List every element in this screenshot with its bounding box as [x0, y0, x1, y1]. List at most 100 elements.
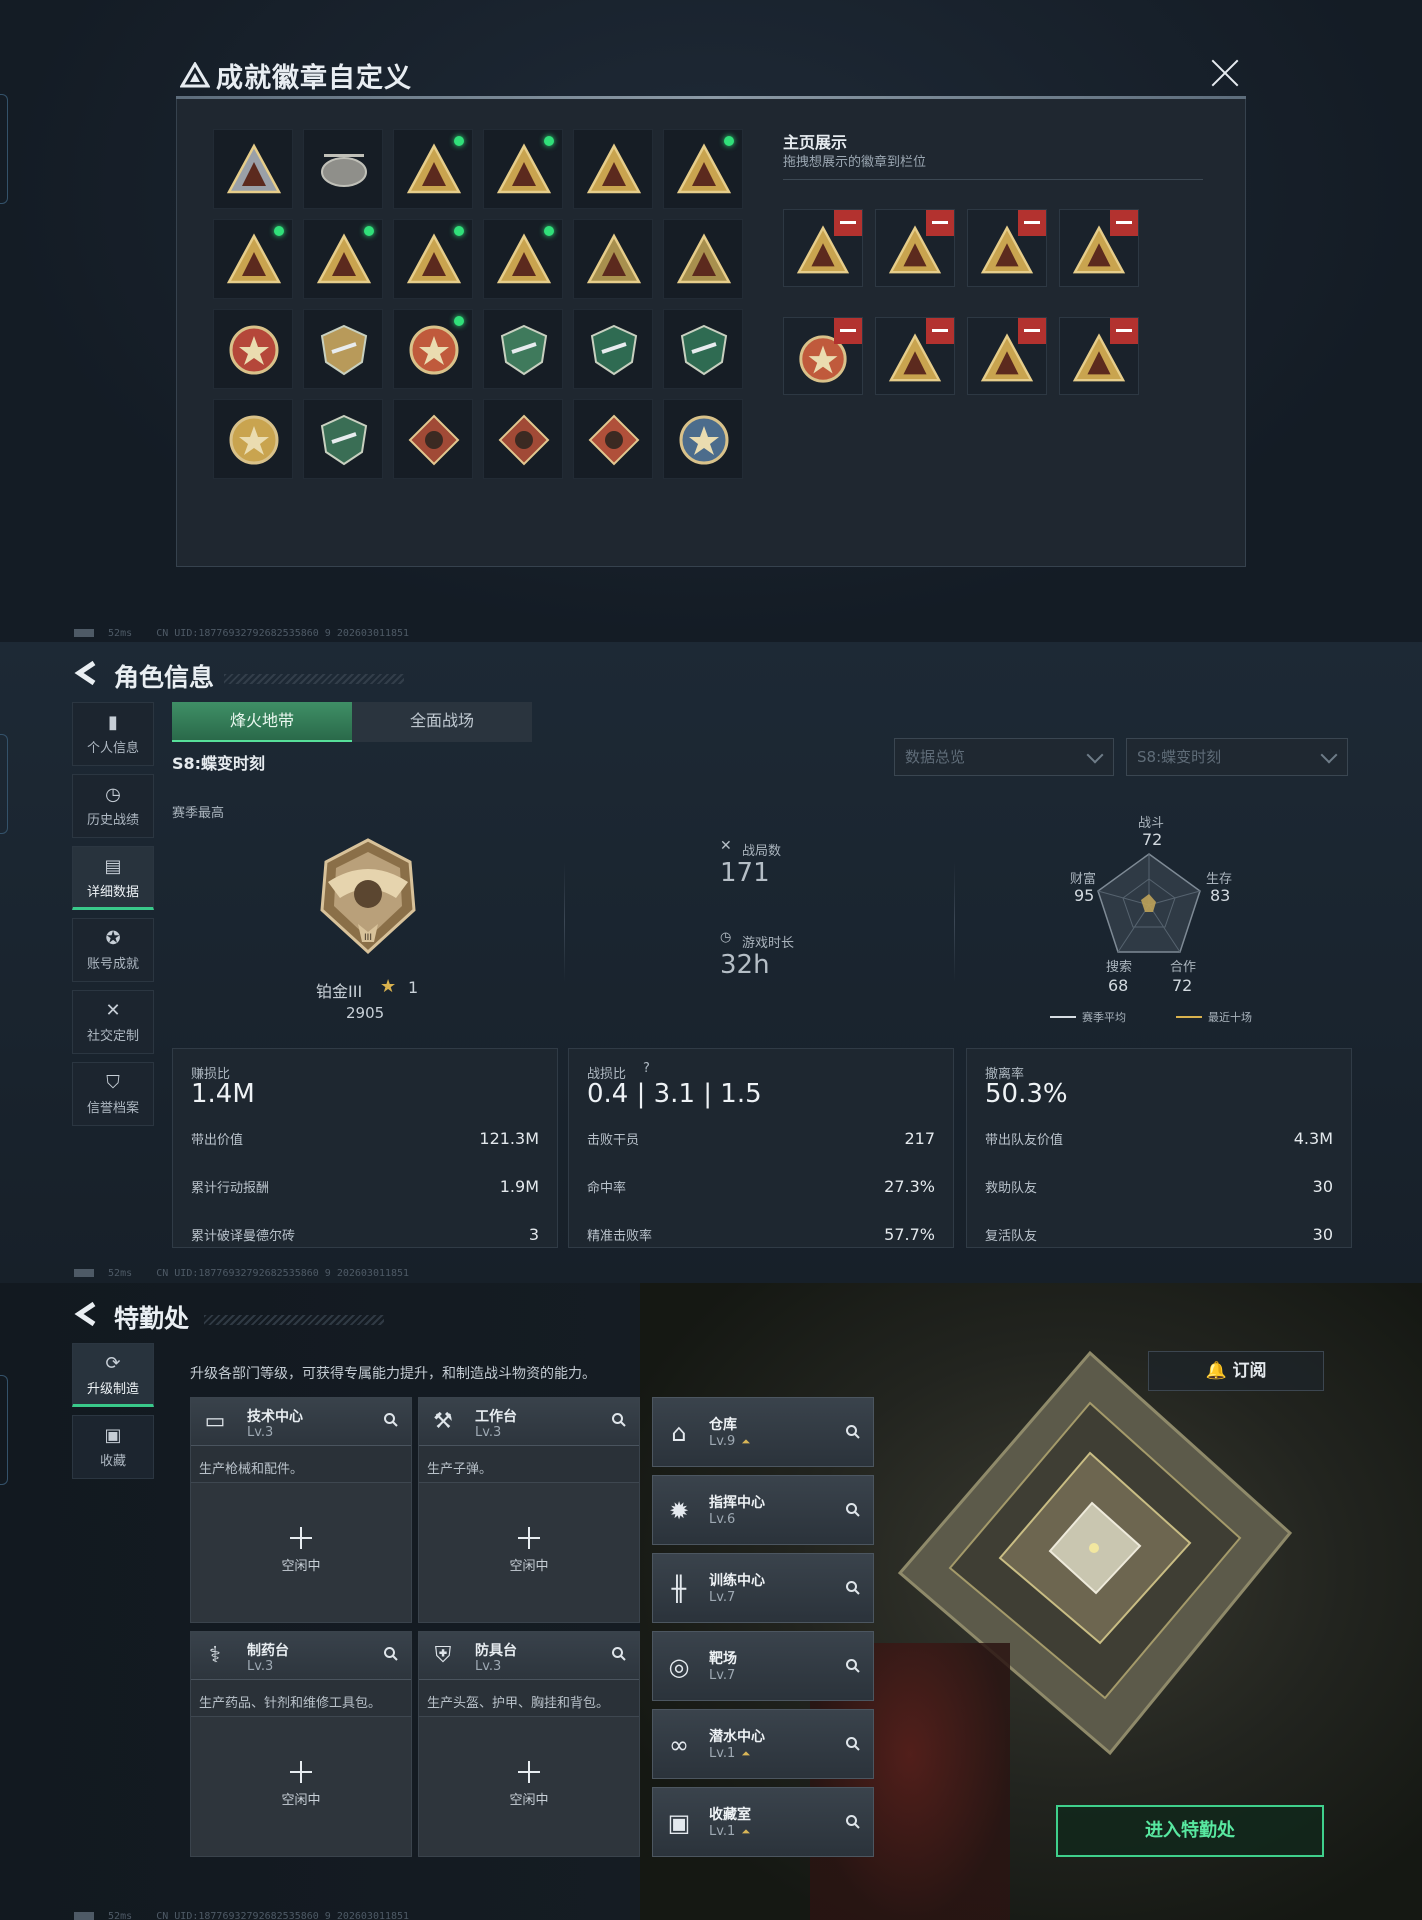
search-icon[interactable]: [383, 1646, 399, 1662]
badge-cell[interactable]: [573, 219, 653, 299]
tab-full-battlefield[interactable]: 全面战场: [352, 702, 532, 742]
badge-cell[interactable]: [663, 309, 743, 389]
showcase-slot[interactable]: [1059, 317, 1139, 395]
search-icon[interactable]: [845, 1580, 861, 1596]
badge-cell[interactable]: [213, 219, 293, 299]
facility-level: Lv.3: [475, 1659, 502, 1674]
subscribe-label: 订阅: [1232, 1361, 1267, 1381]
badge-cell[interactable]: [663, 399, 743, 479]
showcase-slot[interactable]: [783, 317, 863, 395]
badge-cell[interactable]: [213, 309, 293, 389]
search-icon[interactable]: [845, 1658, 861, 1674]
card-value: 50.3%: [985, 1079, 1068, 1109]
badge-cell[interactable]: [393, 219, 473, 299]
nav-item[interactable]: ◷ 历史战绩: [72, 774, 154, 838]
remove-button[interactable]: [926, 210, 954, 236]
showcase-slot[interactable]: [967, 209, 1047, 287]
badge-cell[interactable]: [663, 219, 743, 299]
facility-item[interactable]: ∞ 潜水中心 Lv.1 ⏶: [652, 1709, 874, 1779]
badge-cell[interactable]: [303, 129, 383, 209]
stat-label: 累计行动报酬: [191, 1181, 270, 1196]
badge-cell[interactable]: [573, 129, 653, 209]
remove-button[interactable]: [834, 210, 862, 236]
badge-cell[interactable]: [663, 129, 743, 209]
badge-cell[interactable]: [483, 309, 563, 389]
badge-cell[interactable]: [213, 129, 293, 209]
production-slot[interactable]: 空闲中: [419, 1482, 639, 1622]
badge-cell[interactable]: [303, 399, 383, 479]
remove-button[interactable]: [1110, 210, 1138, 236]
production-slot[interactable]: 空闲中: [191, 1482, 411, 1622]
search-icon[interactable]: [845, 1736, 861, 1752]
facility-item[interactable]: ▣ 收藏室 Lv.1 ⏶: [652, 1787, 874, 1857]
idle-status: 空闲中: [281, 1559, 321, 1574]
nav-item[interactable]: ▣ 收藏: [72, 1415, 154, 1479]
nav-item[interactable]: ✕ 社交定制: [72, 990, 154, 1054]
facility-panel[interactable]: ▭ 技术中心 Lv.3 生产枪械和配件。 空闲中: [190, 1397, 412, 1623]
nav-item[interactable]: ⟳ 升级制造: [72, 1343, 154, 1407]
facility-item[interactable]: ✹ 指挥中心 Lv.6: [652, 1475, 874, 1545]
badge-cell[interactable]: [483, 219, 563, 299]
facility-item[interactable]: ╫ 训练中心 Lv.7: [652, 1553, 874, 1623]
badge-cell[interactable]: [483, 129, 563, 209]
idle-status: 空闲中: [281, 1793, 321, 1808]
search-icon[interactable]: [611, 1646, 627, 1662]
showcase-slot[interactable]: [1059, 209, 1139, 287]
showcase-slot[interactable]: [875, 209, 955, 287]
badge-cell[interactable]: [303, 219, 383, 299]
back-arrow-icon[interactable]: [74, 660, 98, 686]
nav-item[interactable]: ⛉ 信誉档案: [72, 1062, 154, 1126]
enter-special-ops-button[interactable]: 进入特勤处: [1056, 1805, 1324, 1857]
armor-icon: ⛨: [434, 1643, 452, 1668]
nav-item[interactable]: ▮ 个人信息: [72, 702, 154, 766]
helicopter-badge-icon: [321, 154, 367, 187]
facility-level: Lv.1: [709, 1746, 736, 1761]
badge-cell[interactable]: [213, 399, 293, 479]
upgrade-arrow-icon: ⏶: [741, 1435, 751, 1448]
search-icon[interactable]: [845, 1424, 861, 1440]
showcase-slot[interactable]: [967, 317, 1047, 395]
page-title: 角色信息: [114, 663, 215, 692]
search-icon[interactable]: [845, 1814, 861, 1830]
season-dropdown[interactable]: S8:蝶变时刻: [1126, 738, 1348, 776]
badge-cell[interactable]: [483, 399, 563, 479]
close-button[interactable]: [1210, 58, 1240, 88]
facility-panel[interactable]: ⚕ 制药台 Lv.3 生产药品、针剂和维修工具包。 空闲中: [190, 1631, 412, 1857]
search-icon[interactable]: [845, 1502, 861, 1518]
facility-level-row: Lv.7: [709, 1590, 735, 1605]
nav-item[interactable]: ✪ 账号成就: [72, 918, 154, 982]
production-slot[interactable]: 空闲中: [191, 1716, 411, 1856]
battery-icon: [74, 1269, 94, 1277]
tab-hazard-zone[interactable]: 烽火地带: [172, 702, 352, 742]
badge-cell[interactable]: [303, 309, 383, 389]
badge-cell[interactable]: [573, 309, 653, 389]
badge-cell[interactable]: [393, 309, 473, 389]
badge-cell[interactable]: [393, 399, 473, 479]
facility-item[interactable]: ◎ 靶场 Lv.7: [652, 1631, 874, 1701]
facility-item[interactable]: ⌂ 仓库 Lv.9 ⏶: [652, 1397, 874, 1467]
remove-button[interactable]: [1110, 318, 1138, 344]
radar-label-combat: 战斗: [1138, 816, 1165, 831]
back-arrow-icon[interactable]: [74, 1301, 98, 1327]
help-icon[interactable]: ?: [643, 1061, 650, 1076]
stat-label: 复活队友: [985, 1229, 1038, 1244]
badge-cell[interactable]: [393, 129, 473, 209]
production-slot[interactable]: 空闲中: [419, 1716, 639, 1856]
view-dropdown[interactable]: 数据总览: [894, 738, 1114, 776]
showcase-slot[interactable]: [783, 209, 863, 287]
nav-item[interactable]: ▤ 详细数据: [72, 846, 154, 910]
search-icon[interactable]: [611, 1412, 627, 1428]
dropdown-value: 数据总览: [905, 748, 966, 766]
remove-button[interactable]: [926, 318, 954, 344]
search-icon[interactable]: [383, 1412, 399, 1428]
remove-button[interactable]: [834, 318, 862, 344]
facility-panel[interactable]: ⚒ 工作台 Lv.3 生产子弹。 空闲中: [418, 1397, 640, 1623]
intro-text: 升级各部门等级，可获得专属能力提升，和制造战斗物资的能力。: [190, 1366, 596, 1382]
facility-level: Lv.1: [709, 1824, 736, 1839]
badge-cell[interactable]: [573, 399, 653, 479]
subscribe-button[interactable]: 🔔 订阅: [1148, 1351, 1324, 1391]
facility-panel[interactable]: ⛨ 防具台 Lv.3 生产头盔、护甲、胸挂和背包。 空闲中: [418, 1631, 640, 1857]
remove-button[interactable]: [1018, 318, 1046, 344]
remove-button[interactable]: [1018, 210, 1046, 236]
showcase-slot[interactable]: [875, 317, 955, 395]
